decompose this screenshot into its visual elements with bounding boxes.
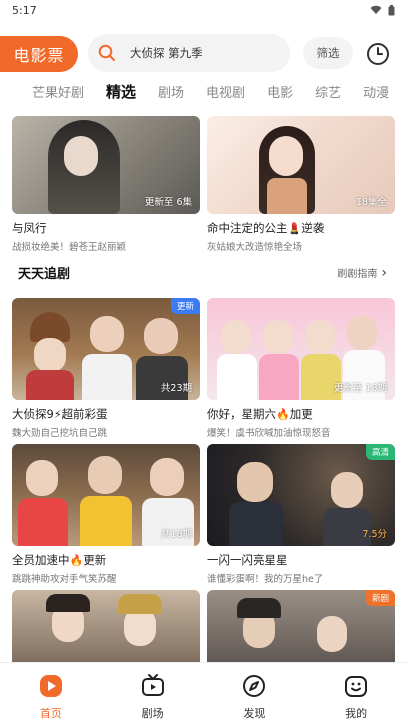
compass-icon: [243, 675, 266, 697]
show-poster: 更新至 18期: [207, 298, 395, 400]
chevron-right-icon: ›: [381, 265, 387, 281]
search-placeholder: 大侦探 第九季: [130, 46, 203, 60]
show-poster: 高清 7.5分: [207, 444, 395, 546]
section-title: 天天追剧: [18, 267, 71, 282]
show-title: 大侦探9⚡超前彩蛋: [12, 407, 108, 421]
status-time: 5:17: [12, 3, 37, 17]
hd-tag: 高清: [365, 444, 395, 460]
nav-profile[interactable]: 我的: [305, 663, 407, 724]
filter-button[interactable]: 筛选: [303, 37, 353, 69]
status-bar: 5:17: [0, 0, 407, 20]
show-subtitle: 爆笑！虞书欣喊加油惊现怒音: [207, 428, 331, 439]
drama-guide-link[interactable]: 刷剧指南 ›: [337, 265, 387, 281]
tab-featured[interactable]: 精选: [106, 81, 136, 102]
tab-movies[interactable]: 电影: [267, 82, 293, 101]
show-title: 全员加速中🔥更新: [12, 553, 107, 567]
category-tabs: 芒果好剧 精选 剧场 电视剧 电影 综艺 动漫: [0, 78, 407, 104]
tab-mango-drama[interactable]: 芒果好剧: [32, 82, 84, 101]
episode-count: 共18期: [160, 529, 192, 540]
smiley-face-icon: [345, 676, 368, 697]
show-poster: [12, 590, 200, 662]
show-title: 你好，星期六🔥加更: [207, 407, 313, 421]
episode-count: 更新至 6集: [144, 197, 192, 208]
fire-icon: 🔥: [69, 554, 84, 567]
update-tag: 更新: [170, 298, 200, 314]
show-subtitle: 谁懂彩蛋啊！我的万星he了: [207, 574, 324, 585]
show-poster: 共18期: [12, 444, 200, 546]
show-card[interactable]: 高清 7.5分 一闪一闪亮星星 谁懂彩蛋啊！我的万星he了: [207, 444, 395, 585]
lightning-icon: ⚡: [53, 408, 62, 421]
show-subtitle: 灰姑娘大改造惊艳全场: [207, 242, 303, 253]
movie-ticket-button[interactable]: 电影票: [0, 36, 78, 72]
episode-count: 共23期: [160, 383, 192, 394]
tv-icon: [141, 674, 164, 696]
show-title: 一闪一闪亮星星: [207, 553, 288, 567]
show-poster: 更新 共23期: [12, 298, 200, 400]
top-bar: 电影票 大侦探 第九季 筛选: [0, 34, 407, 74]
show-title: 与凤行: [12, 221, 47, 235]
lipstick-icon: 💄: [287, 222, 302, 235]
battery-icon: [388, 4, 395, 15]
show-card[interactable]: 新剧: [207, 590, 395, 662]
new-drama-tag: 新剧: [365, 590, 395, 606]
show-card[interactable]: 更新 共23期 大侦探9⚡超前彩蛋 魏大勋自己挖坑自己跳: [12, 298, 200, 439]
show-card[interactable]: 更新至 6集 与凤行 战损妆绝美！碧苍王赵丽颖: [12, 116, 200, 253]
show-title: 命中注定的公主💄逆袭: [207, 221, 325, 235]
nav-theater[interactable]: 剧场: [102, 663, 204, 724]
episode-count: 更新至 18期: [333, 383, 387, 394]
show-card[interactable]: 共18期 全员加速中🔥更新 跳跳神助攻对手气笑苏醒: [12, 444, 200, 585]
show-poster: 新剧: [207, 590, 395, 662]
home-play-icon: [39, 675, 62, 697]
history-icon[interactable]: [366, 42, 390, 66]
tab-tv-series[interactable]: 电视剧: [206, 82, 245, 101]
tab-variety[interactable]: 综艺: [315, 82, 341, 101]
show-poster: 18集全: [207, 116, 395, 214]
search-icon: [98, 44, 115, 61]
fire-icon: 🔥: [276, 408, 290, 421]
show-subtitle: 魏大勋自己挖坑自己跳: [12, 428, 108, 439]
show-subtitle: 跳跳神助攻对手气笑苏醒: [12, 574, 117, 585]
bottom-nav: 首页 剧场 发现 我的: [0, 662, 407, 724]
show-card[interactable]: 18集全 命中注定的公主💄逆袭 灰姑娘大改造惊艳全场: [207, 116, 395, 253]
nav-home[interactable]: 首页: [0, 663, 102, 724]
nav-discover[interactable]: 发现: [204, 663, 306, 724]
wifi-icon: [370, 5, 382, 14]
show-card[interactable]: 更新至 18期 你好，星期六🔥加更 爆笑！虞书欣喊加油惊现怒音: [207, 298, 395, 439]
content-feed: 更新至 6集 与凤行 战损妆绝美！碧苍王赵丽颖 18集全 命中注定的公主💄逆袭 …: [0, 112, 407, 662]
section-header: 天天追剧 刷剧指南 ›: [0, 260, 407, 282]
show-subtitle: 战损妆绝美！碧苍王赵丽颖: [12, 242, 127, 253]
rating: 7.5分: [362, 529, 387, 540]
show-card[interactable]: [12, 590, 200, 662]
show-poster: 更新至 6集: [12, 116, 200, 214]
episode-count: 18集全: [355, 197, 387, 208]
tab-theater[interactable]: 剧场: [158, 82, 184, 101]
tab-anime[interactable]: 动漫: [363, 82, 389, 101]
search-bar[interactable]: 大侦探 第九季: [88, 34, 290, 72]
